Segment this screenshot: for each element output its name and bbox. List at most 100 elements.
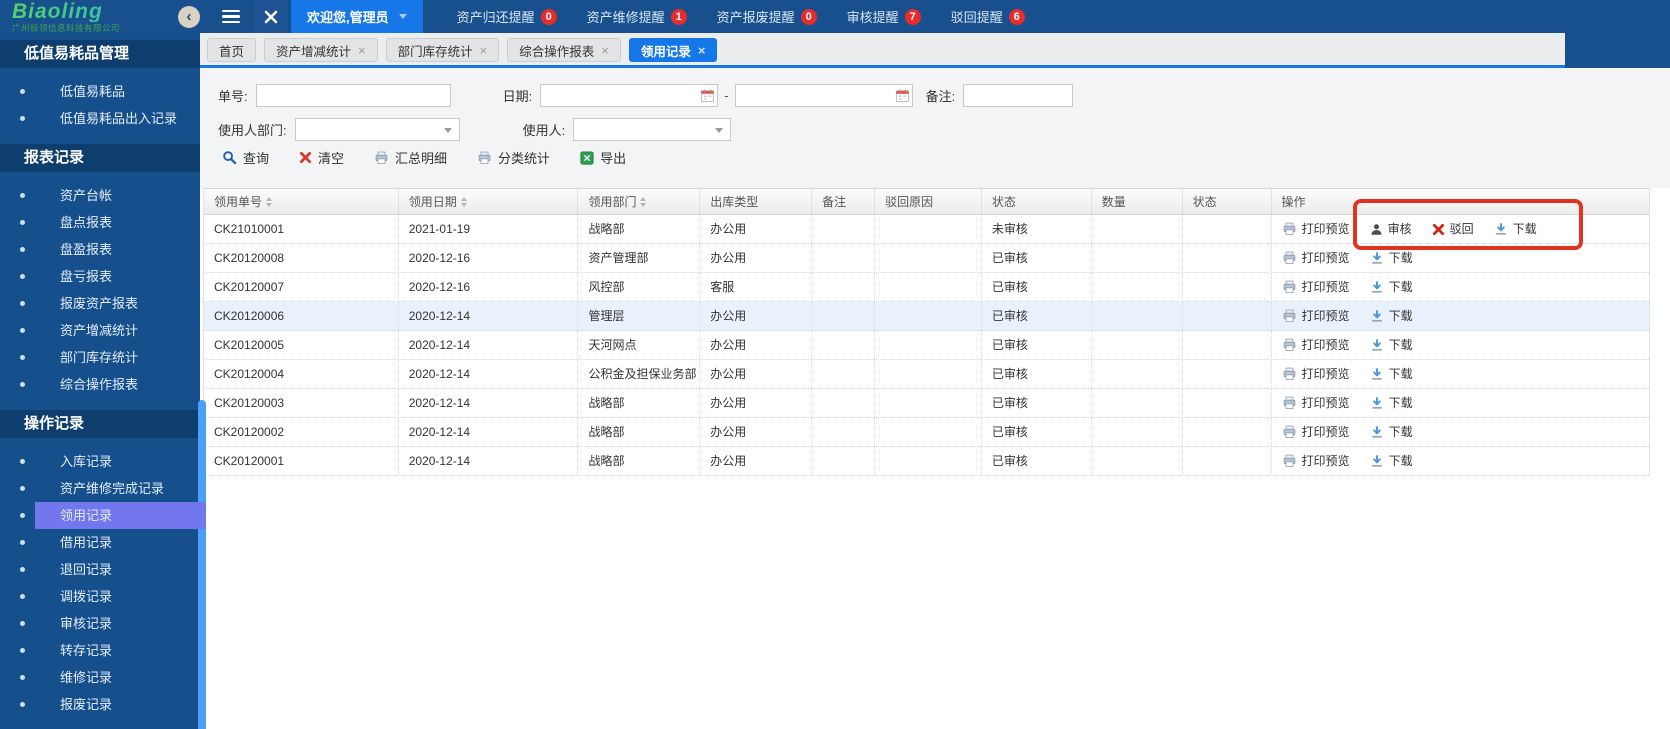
notification-item[interactable]: 资产归还提醒 0: [457, 7, 557, 26]
print-preview-button[interactable]: 打印预览: [1282, 360, 1350, 388]
print-preview-button[interactable]: 打印预览: [1282, 215, 1350, 243]
sidebar-item[interactable]: 领用记录: [0, 502, 206, 529]
sidebar-item[interactable]: 审核记录: [0, 610, 200, 637]
sidebar-item[interactable]: 转存记录: [0, 637, 200, 664]
column-header[interactable]: 领用单号: [204, 189, 399, 214]
cell-out_type: 办公用: [700, 418, 813, 446]
cell-actions: 打印预览 下载: [1272, 389, 1649, 417]
user-label: 使用人:: [522, 123, 566, 138]
print-preview-button[interactable]: 打印预览: [1282, 418, 1350, 446]
sidebar-item[interactable]: 维修记录: [0, 664, 200, 691]
print-preview-button[interactable]: 打印预览: [1282, 244, 1350, 272]
sidebar-item-label: 报废资产报表: [60, 296, 139, 311]
download-button[interactable]: 下载: [1370, 273, 1413, 301]
action-label: 下载: [1388, 396, 1413, 410]
column-header[interactable]: 领用部门: [578, 189, 701, 214]
bullet-icon: [20, 594, 25, 599]
column-header[interactable]: 领用日期: [399, 189, 579, 214]
sidebar-item[interactable]: 低值易耗品: [0, 78, 200, 105]
hamburger-menu-icon[interactable]: [222, 9, 240, 24]
download-button[interactable]: 下载: [1370, 418, 1413, 446]
cell-date: 2021-01-19: [399, 215, 579, 243]
sidebar-item-label: 部门库存统计: [60, 350, 139, 365]
sidebar-item[interactable]: 报废记录: [0, 691, 200, 718]
remark-label: 备注:: [925, 89, 956, 104]
close-tab-icon[interactable]: ×: [358, 44, 366, 57]
close-tab-icon[interactable]: ×: [698, 44, 706, 57]
print-preview-button[interactable]: 打印预览: [1282, 302, 1350, 330]
notification-item[interactable]: 资产报废提醒 0: [717, 7, 817, 26]
remark-input[interactable]: [963, 84, 1074, 107]
user-menu[interactable]: 欢迎您,管理员: [291, 0, 423, 33]
sidebar-item[interactable]: 盘盈报表: [0, 236, 200, 263]
close-icon[interactable]: [254, 0, 288, 33]
summary-detail-button[interactable]: 汇总明细: [374, 148, 447, 167]
sidebar-item[interactable]: 盘亏报表: [0, 263, 200, 290]
sidebar-section-title: 操作记录: [0, 410, 200, 438]
sidebar-item[interactable]: 低值易耗品出入记录: [0, 105, 200, 132]
notification-item[interactable]: 资产维修提醒 1: [587, 7, 687, 26]
sidebar-item[interactable]: 资产台帐: [0, 182, 200, 209]
calendar-icon[interactable]: [700, 88, 715, 103]
toolbar-button-label: 汇总明细: [395, 151, 448, 166]
query-button[interactable]: 查询: [222, 148, 269, 167]
download-button[interactable]: 下载: [1370, 302, 1413, 330]
approve-button[interactable]: 审核: [1370, 215, 1412, 243]
download-button[interactable]: 下载: [1494, 215, 1537, 243]
sidebar-item[interactable]: 入库记录: [0, 448, 200, 475]
download-button[interactable]: 下载: [1370, 244, 1413, 272]
reject-button[interactable]: 驳回: [1432, 215, 1474, 243]
print-preview-button[interactable]: 打印预览: [1282, 447, 1350, 475]
download-icon: [1370, 280, 1384, 294]
download-button[interactable]: 下载: [1370, 331, 1413, 359]
sidebar-item[interactable]: 盘点报表: [0, 209, 200, 236]
tab[interactable]: 首页: [207, 38, 257, 62]
print-preview-button[interactable]: 打印预览: [1282, 389, 1350, 417]
notification-item[interactable]: 驳回提醒 6: [951, 7, 1025, 26]
close-tab-icon[interactable]: ×: [601, 44, 609, 57]
close-tab-icon[interactable]: ×: [480, 44, 488, 57]
cell-status: 已审核: [982, 360, 1092, 388]
category-stats-button[interactable]: 分类统计: [477, 148, 550, 167]
notification-item[interactable]: 审核提醒 7: [847, 7, 921, 26]
collapse-sidebar-button[interactable]: ‹: [178, 5, 200, 28]
sidebar-item[interactable]: 借用记录: [0, 529, 200, 556]
download-button[interactable]: 下载: [1370, 360, 1413, 388]
records-table: 领用单号 领用日期 领用部门 出库类型 备注 驳回原因 状态 数量 状态 操作 CK2101000…: [203, 188, 1650, 476]
date-to-input[interactable]: [734, 84, 913, 107]
cell-remark: [812, 447, 876, 475]
print-preview-button[interactable]: 打印预览: [1282, 273, 1350, 301]
calendar-icon[interactable]: [895, 88, 910, 103]
sidebar-item[interactable]: 综合操作报表: [0, 371, 200, 398]
action-label: 审核: [1387, 222, 1412, 236]
user-select[interactable]: [573, 118, 732, 141]
sidebar-item[interactable]: 资产增减统计: [0, 317, 200, 344]
tab[interactable]: 综合操作报表 ×: [507, 38, 621, 62]
sidebar-item[interactable]: 部门库存统计: [0, 344, 200, 371]
clear-button[interactable]: 清空: [299, 148, 344, 167]
cell-quantity: [1092, 273, 1183, 301]
sidebar-item[interactable]: 资产维修完成记录: [0, 475, 200, 502]
order-no-input[interactable]: [255, 84, 451, 107]
download-button[interactable]: 下载: [1370, 389, 1413, 417]
cell-no: CK20120005: [204, 331, 399, 359]
date-from-input[interactable]: [540, 84, 719, 107]
column-header-label: 领用单号: [214, 195, 263, 209]
tab[interactable]: 领用记录 ×: [628, 38, 718, 62]
tab[interactable]: 资产增减统计 ×: [264, 38, 378, 62]
action-label: 打印预览: [1301, 454, 1350, 468]
cell-dept: 战略部: [578, 418, 701, 446]
sidebar-scrollbar[interactable]: [198, 400, 206, 729]
download-button[interactable]: 下载: [1370, 447, 1413, 475]
cell-no: CK20120004: [204, 360, 399, 388]
action-label: 打印预览: [1301, 338, 1350, 352]
sidebar-item[interactable]: 退回记录: [0, 556, 200, 583]
cell-reject_reason: [875, 244, 982, 272]
sidebar-item[interactable]: 调拨记录: [0, 583, 200, 610]
export-button[interactable]: 导出: [580, 148, 626, 167]
sidebar-item[interactable]: 报废资产报表: [0, 290, 200, 317]
user-dept-select[interactable]: [294, 118, 460, 141]
tab[interactable]: 部门库存统计 ×: [385, 38, 500, 62]
print-preview-button[interactable]: 打印预览: [1282, 331, 1350, 359]
column-header-label: 领用日期: [408, 195, 457, 209]
